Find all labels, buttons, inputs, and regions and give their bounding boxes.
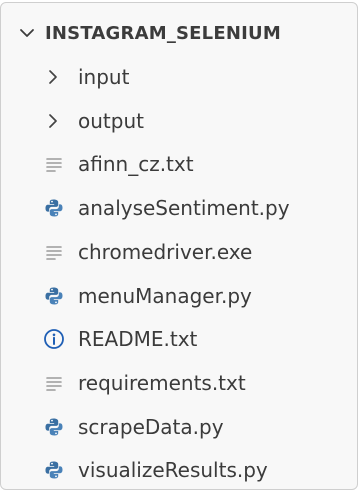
text-file-icon	[42, 240, 66, 264]
file-item-afinn-cz[interactable]: afinn_cz.txt	[1, 144, 357, 184]
text-file-icon	[42, 152, 66, 176]
folder-item-output[interactable]: output	[1, 101, 357, 141]
file-label: menuManager.py	[78, 284, 252, 308]
folder-item-input[interactable]: input	[1, 57, 357, 97]
file-item-scrape-data[interactable]: scrapeData.py	[1, 407, 357, 447]
file-item-visualize-results[interactable]: visualizeResults.py	[1, 450, 357, 489]
chevron-down-icon[interactable]	[17, 23, 37, 43]
file-explorer: INSTAGRAM_SELENIUM input output afinn_cz…	[0, 2, 358, 490]
explorer-root-label: INSTAGRAM_SELENIUM	[45, 22, 281, 44]
file-label: README.txt	[78, 327, 198, 351]
explorer-root-folder[interactable]: INSTAGRAM_SELENIUM	[1, 13, 357, 53]
chevron-right-icon[interactable]	[43, 111, 63, 131]
folder-label: input	[78, 65, 130, 89]
file-label: chromedriver.exe	[78, 240, 253, 264]
file-label: analyseSentiment.py	[78, 196, 290, 220]
file-item-requirements[interactable]: requirements.txt	[1, 363, 357, 403]
file-label: requirements.txt	[78, 371, 246, 395]
python-icon	[42, 284, 66, 308]
file-item-analyse-sentiment[interactable]: analyseSentiment.py	[1, 188, 357, 228]
file-item-chromedriver[interactable]: chromedriver.exe	[1, 232, 357, 272]
chevron-right-icon[interactable]	[43, 67, 63, 87]
file-item-readme[interactable]: README.txt	[1, 319, 357, 359]
python-icon	[42, 415, 66, 439]
file-label: visualizeResults.py	[78, 458, 268, 482]
file-item-menu-manager[interactable]: menuManager.py	[1, 276, 357, 316]
python-icon	[42, 196, 66, 220]
folder-label: output	[78, 109, 144, 133]
file-label: afinn_cz.txt	[78, 152, 194, 176]
info-icon	[42, 327, 66, 351]
text-file-icon	[42, 371, 66, 395]
file-label: scrapeData.py	[78, 415, 224, 439]
python-icon	[42, 458, 66, 482]
